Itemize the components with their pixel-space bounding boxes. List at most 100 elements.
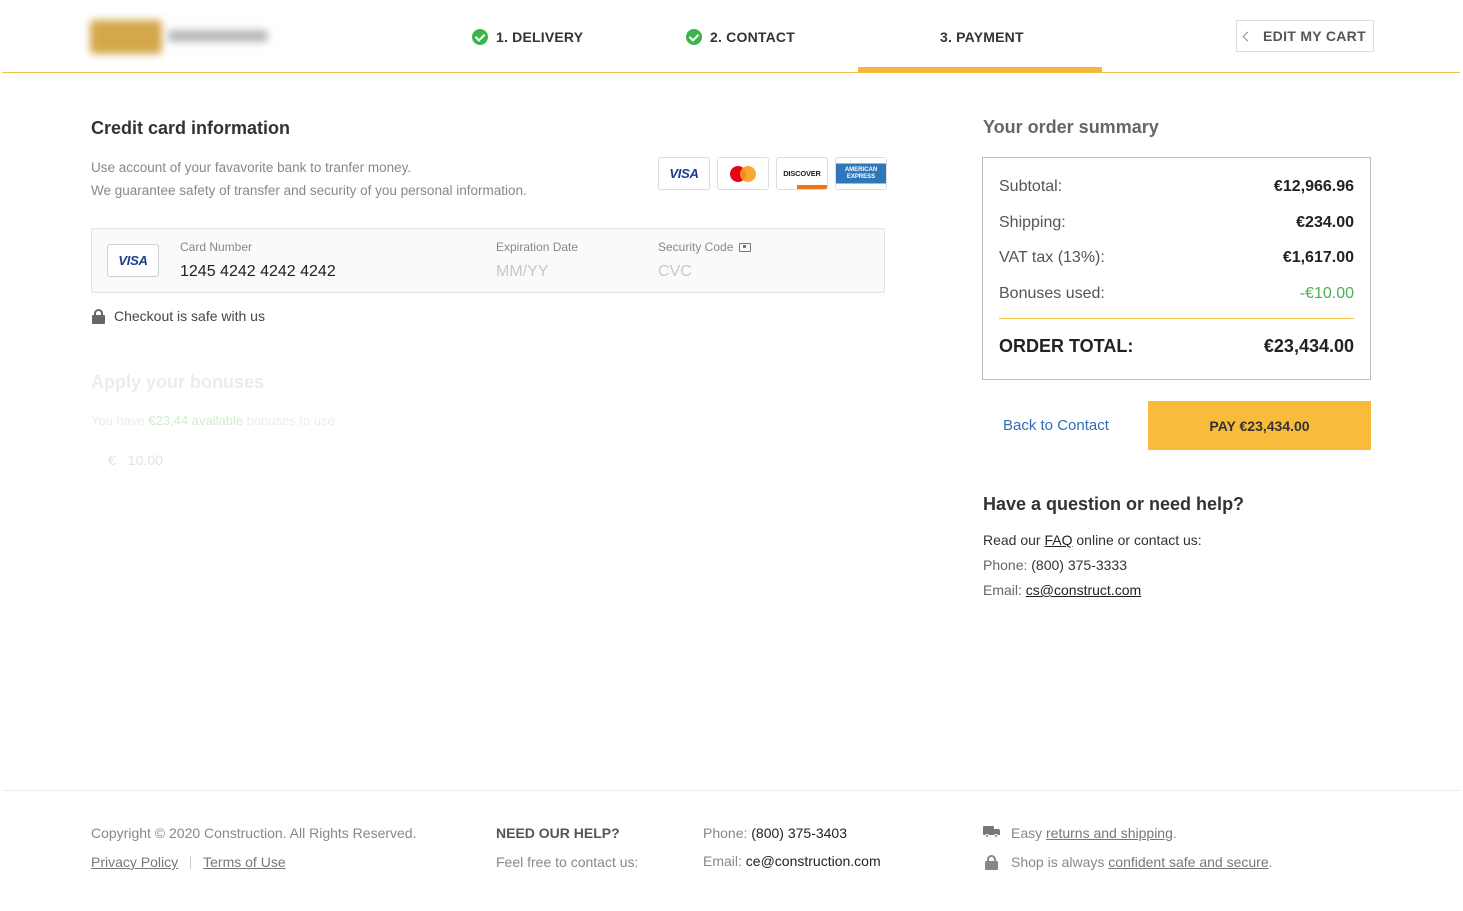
card-number-label: Card Number (180, 240, 253, 254)
footer-copyright: Copyright © 2020 Construction. All Right… (91, 825, 417, 841)
bonus-desc-suffix: bonuses to use. (243, 413, 339, 428)
mastercard-logo (717, 157, 769, 190)
security-code-label: Security Code (658, 240, 752, 254)
footer-returns-suffix: . (1172, 825, 1177, 841)
order-summary-title: Your order summary (983, 117, 1159, 137)
summary-label: Subtotal: (999, 178, 1063, 195)
step-label: 3. PAYMENT (940, 29, 1024, 45)
returns-shipping-link[interactable]: returns and shipping (1046, 825, 1173, 841)
step-label: 2. CONTACT (710, 29, 795, 45)
footer-returns: Easy returns and shipping. (1011, 825, 1177, 841)
logo-wordmark (168, 30, 268, 42)
bonus-available-amount: €23,44 available (148, 413, 244, 428)
order-total-row: ORDER TOTAL: €23,434.00 (999, 336, 1354, 357)
help-phone-line: Phone: (800) 375-3333 (983, 557, 1127, 573)
credit-card-title: Credit card information (91, 118, 291, 138)
footer-returns-prefix: Easy (1011, 825, 1047, 841)
footer-email-label: Email: (703, 853, 746, 869)
visa-logo: VISA (658, 157, 710, 190)
expiration-label: Expiration Date (496, 240, 579, 254)
bonuses-description: You have €23,44 available bonuses to use… (91, 413, 338, 428)
footer-phone-value: (800) 375-3403 (751, 825, 848, 841)
detected-card-brand: VISA (107, 244, 159, 277)
card-form: VISA Card Number Expiration Date Securit… (91, 228, 885, 293)
safe-checkout-note: Checkout is safe with us (92, 308, 265, 324)
help-phone: (800) 375-3333 (1031, 557, 1128, 573)
credit-card-description: Use account of your favavorite bank to t… (91, 156, 527, 202)
footer-email: Email: ce@construction.com (703, 853, 881, 869)
card-cvc-icon[interactable] (739, 243, 752, 252)
expiration-input[interactable] (496, 263, 636, 281)
visa-text: VISA (118, 253, 148, 268)
check-circle-icon (686, 29, 702, 45)
amex-text: AMERICAN EXPRESS (844, 166, 878, 180)
summary-value: €1,617.00 (1282, 249, 1354, 266)
back-to-contact-link[interactable]: Back to Contact (1003, 417, 1109, 434)
summary-label: Bonuses used: (999, 285, 1105, 302)
footer-need-help: NEED OUR HELP? (496, 825, 620, 841)
summary-row-vat: VAT tax (13%): €1,617.00 (999, 249, 1354, 267)
visa-text: VISA (669, 166, 699, 181)
step-delivery[interactable]: 1. DELIVERY (472, 28, 583, 46)
order-summary-box: Subtotal: €12,966.96 Shipping: €234.00 V… (982, 157, 1371, 380)
email-label: Email: (983, 582, 1026, 598)
step-label: 1. DELIVERY (496, 29, 584, 45)
summary-label: VAT tax (13%): (999, 249, 1105, 266)
summary-value: €12,966.96 (1273, 178, 1354, 195)
security-code-label-text: Security Code (658, 240, 734, 254)
brand-logo[interactable] (90, 18, 272, 56)
lock-icon (985, 855, 998, 870)
edit-cart-button[interactable]: EDIT MY CART (1236, 20, 1374, 52)
checkout-header: 1. DELIVERY 2. CONTACT 3. PAYMENT EDIT M… (2, 0, 1460, 73)
summary-row-shipping: Shipping: €234.00 (999, 214, 1354, 232)
logo-mark (90, 20, 162, 54)
active-step-indicator (858, 67, 1102, 72)
footer-phone-label: Phone: (703, 825, 752, 841)
help-email-line: Email: cs@construct.com (983, 582, 1141, 598)
card-number-input[interactable] (180, 263, 360, 281)
step-payment[interactable]: 3. PAYMENT (940, 28, 1024, 46)
summary-label: Shipping: (999, 214, 1066, 231)
currency-symbol: € (108, 452, 116, 468)
help-email-link[interactable]: cs@construct.com (1026, 582, 1141, 598)
summary-row-bonuses: Bonuses used: -€10.00 (999, 285, 1354, 303)
mastercard-icon (730, 165, 756, 182)
lock-icon (92, 308, 105, 324)
footer-email-value[interactable]: ce@construction.com (746, 853, 881, 869)
bonuses-title: Apply your bonuses (91, 372, 265, 392)
discover-text: DISCOVER (783, 169, 821, 178)
amex-logo: AMERICAN EXPRESS (835, 157, 887, 190)
footer-secure-prefix: Shop is always (1011, 854, 1109, 870)
terms-of-use-link[interactable]: Terms of Use (203, 854, 285, 870)
help-faq-line: Read our FAQ online or contact us: (983, 532, 1202, 548)
summary-value: €234.00 (1296, 214, 1354, 231)
safe-secure-link[interactable]: confident safe and secure (1108, 854, 1268, 870)
privacy-policy-link[interactable]: Privacy Policy (91, 854, 178, 870)
chevron-left-icon (1242, 31, 1253, 41)
help-title: Have a question or need help? (983, 494, 1245, 514)
bonus-amount-value: 10.00 (127, 452, 163, 468)
summary-divider (999, 318, 1354, 319)
footer-feel-free: Feel free to contact us: (496, 854, 639, 870)
discover-logo: DISCOVER (776, 157, 828, 190)
step-contact[interactable]: 2. CONTACT (686, 28, 795, 46)
truck-icon (983, 826, 1001, 838)
bonus-desc-prefix: You have (91, 413, 149, 428)
pay-button[interactable]: PAY €23,434.00 (1148, 401, 1371, 450)
bonus-amount-input[interactable]: €10.00 (108, 452, 175, 468)
faq-link[interactable]: FAQ (1044, 532, 1072, 548)
phone-label: Phone: (983, 557, 1032, 573)
help-text: online or contact us: (1072, 532, 1202, 548)
order-total-label: ORDER TOTAL: (999, 336, 1134, 356)
footer-phone: Phone: (800) 375-3403 (703, 825, 847, 841)
footer-secure: Shop is always confident safe and secure… (1011, 854, 1273, 870)
footer-divider (2, 790, 1460, 791)
security-code-input[interactable] (658, 263, 798, 281)
check-circle-icon (472, 29, 488, 45)
footer-secure-suffix: . (1268, 854, 1273, 870)
order-total-value: €23,434.00 (1263, 336, 1354, 356)
summary-value: -€10.00 (1299, 285, 1354, 302)
safe-checkout-text: Checkout is safe with us (114, 308, 265, 324)
edit-cart-label: EDIT MY CART (1263, 28, 1366, 44)
footer-legal-links: Privacy Policy Terms of Use (91, 854, 286, 870)
